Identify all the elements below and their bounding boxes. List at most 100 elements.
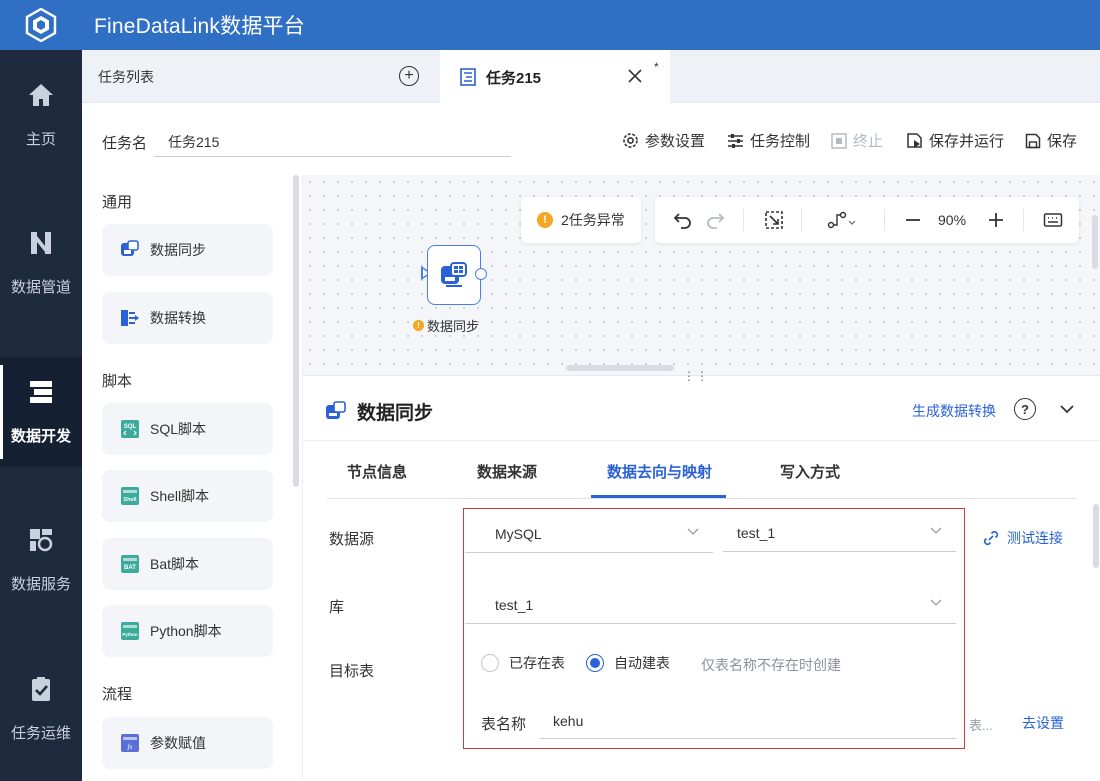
task-control-button-label: 任务控制 [750,133,811,150]
datasource-label: 数据源 [329,531,375,548]
palette-item-data-sync-label: 数据同步 [150,242,206,258]
zoom-level: 90% [938,212,967,228]
table-name-input[interactable] [540,703,956,739]
radio-existing-circle [481,654,499,672]
tab-task-list[interactable]: 任务列表 [82,50,440,103]
nav-item-develop[interactable]: 数据开发 [0,357,82,467]
bat-script-icon: BAT [120,554,140,574]
panel-tabs: 节点信息 数据来源 数据去向与映射 写入方式 [327,441,1077,499]
radio-auto-create-label: 自动建表 [614,655,670,671]
task-control-button[interactable]: 任务控制 [727,130,810,151]
palette-item-data-transform-label: 数据转换 [150,310,206,326]
palette-section-flow: 流程 [102,686,133,703]
top-bar: FineDataLink数据平台 [0,0,1100,50]
close-tab-icon[interactable] [626,67,644,85]
task-name-label: 任务名 [102,135,148,152]
palette-item-param-assign-label: 参数赋值 [150,735,206,751]
tab-data-source[interactable]: 数据来源 [477,461,537,482]
chevron-down-icon [930,599,942,606]
task-file-icon [460,68,476,86]
fit-view-icon[interactable] [764,210,784,230]
palette-item-python[interactable]: Python Python脚本 [102,605,273,657]
component-palette: 通用 数据同步 数据转换 脚本 SQL SQL脚本 Shell Shell脚本 … [82,175,303,781]
app-title: FineDataLink数据平台 [94,15,305,38]
go-setting-link[interactable]: 去设置 [1022,713,1064,733]
tab-task-list-label: 任务列表 [98,68,154,85]
flow-node-data-sync[interactable] [427,245,481,305]
tab-task-215[interactable]: 任务215 * [440,50,670,104]
tab-data-target-mapping[interactable]: 数据去向与映射 [607,461,712,482]
params-button-label: 参数设置 [645,133,706,150]
zoom-out-icon[interactable] [903,210,923,230]
radio-auto-create-table[interactable]: 自动建表 [586,653,670,673]
save-icon [1025,133,1041,148]
palette-item-param-assign[interactable]: fx 参数赋值 [102,717,273,769]
unsaved-mark: * [654,60,659,74]
datasource-type-value: MySQL [495,525,542,542]
task-alert-badge[interactable]: ! 2任务异常 [521,197,641,243]
panel-vertical-scrollbar[interactable] [1093,504,1099,568]
nav-label-home: 主页 [25,130,56,148]
stop-button-label: 终止 [853,133,884,150]
palette-scrollbar[interactable] [293,175,299,487]
datasource-connection-select[interactable]: test_1 [723,514,956,552]
fx-icon-text: fx [127,743,133,751]
datasource-type-select[interactable]: MySQL [465,515,713,553]
panel-title-text: 数据同步 [357,403,434,424]
zoom-in-icon[interactable] [986,210,1006,230]
data-sync-icon [120,240,140,260]
gear-icon [623,133,638,148]
nav-item-pipeline[interactable]: 数据管道 [0,208,82,318]
canvas-toolbar: 90% [655,197,1079,243]
app-logo-icon[interactable] [0,0,82,50]
help-icon[interactable]: ? [1014,398,1036,420]
tab-node-info[interactable]: 节点信息 [347,461,407,482]
nav-item-ops[interactable]: 任务运维 [0,654,82,764]
tab-task-title: 任务215 [486,69,542,87]
node-output-port[interactable] [475,268,487,280]
save-and-run-button-label: 保存并运行 [929,133,1005,150]
palette-item-bat[interactable]: BAT Bat脚本 [102,538,273,590]
stop-button[interactable]: 终止 [831,130,883,151]
redo-icon[interactable] [705,210,725,230]
connector-style-icon[interactable] [827,210,857,230]
save-and-run-button[interactable]: 保存并运行 [906,130,1004,151]
chevron-down-icon [687,528,699,535]
nav-item-home[interactable]: 主页 [0,60,82,170]
test-connection-button[interactable]: 测试连接 [983,528,1063,548]
link-icon [983,530,999,546]
active-tab-indicator [591,495,726,498]
flow-canvas[interactable]: ! 2任务异常 90% ! 数据同步 [303,175,1100,375]
tab-write-mode[interactable]: 写入方式 [780,461,840,482]
canvas-horizontal-scrollbar[interactable] [566,365,674,371]
database-value: test_1 [495,596,534,613]
minimap-icon[interactable] [1043,210,1063,230]
task-name-input[interactable] [154,127,511,157]
nav-item-service[interactable]: 数据服务 [0,505,82,615]
params-button[interactable]: 参数设置 [622,130,705,151]
flow-node-label-text: 数据同步 [427,319,480,334]
panel-resize-handle[interactable]: ⋮⋮ [683,369,709,383]
nav-label-pipeline: 数据管道 [10,278,71,296]
data-transform-icon [120,308,140,328]
bat-icon-text: BAT [124,565,136,571]
palette-item-sql-label: SQL脚本 [150,421,207,437]
palette-item-sql[interactable]: SQL SQL脚本 [102,403,273,455]
palette-section-script: 脚本 [102,373,133,390]
database-select[interactable]: test_1 [465,586,956,624]
palette-item-data-sync[interactable]: 数据同步 [102,224,273,276]
add-tab-icon[interactable]: + [399,66,419,86]
save-button[interactable]: 保存 [1025,130,1077,151]
palette-item-data-transform[interactable]: 数据转换 [102,292,273,344]
palette-item-shell-label: Shell脚本 [150,488,210,504]
undo-icon[interactable] [673,210,693,230]
chevron-down-icon[interactable] [1058,400,1076,418]
python-script-icon: Python [120,621,140,641]
radio-existing-table[interactable]: 已存在表 [481,653,565,673]
test-connection-label: 测试连接 [1007,530,1063,546]
palette-item-shell[interactable]: Shell Shell脚本 [102,470,273,522]
generate-transform-link[interactable]: 生成数据转换 [912,401,996,421]
palette-item-bat-label: Bat脚本 [150,556,200,572]
nav-label-ops: 任务运维 [10,724,71,742]
canvas-vertical-scrollbar[interactable] [1092,215,1098,269]
